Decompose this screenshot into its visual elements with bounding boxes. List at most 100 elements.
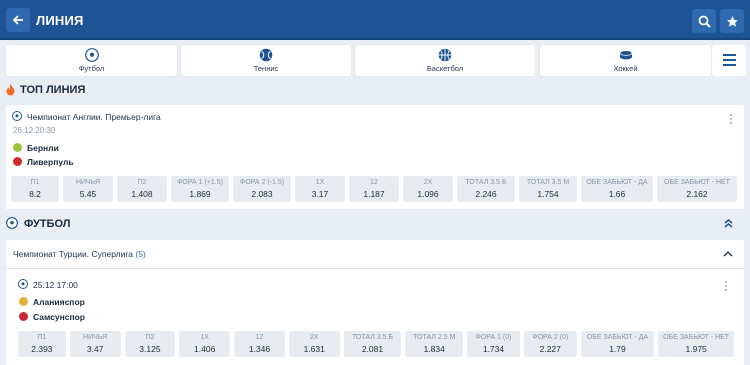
page-title: ЛИНИЯ [36, 13, 84, 28]
odd-label: П1 [37, 334, 47, 341]
odd-value: 5.45 [79, 189, 97, 199]
odd-button[interactable]: П2 1.408 [117, 176, 167, 202]
odd-value: 8.2 [29, 189, 41, 199]
tab-label: Футбол [78, 64, 105, 73]
odd-label: ТОТАЛ 3.5 Б [465, 179, 507, 186]
basketball-icon [438, 48, 452, 62]
odd-button[interactable]: ФОРА 2 (0) 2.227 [523, 331, 577, 357]
odd-value: 3.47 [86, 344, 104, 354]
fire-icon [6, 84, 15, 96]
odd-button[interactable]: 12 1.346 [234, 331, 285, 357]
menu-button[interactable] [712, 45, 746, 76]
football-icon [12, 111, 22, 121]
odd-label: П2 [137, 179, 147, 186]
football-icon [84, 48, 99, 62]
odd-value: 1.734 [482, 344, 505, 354]
football-icon [6, 217, 18, 229]
team-home: Аланияспор [33, 297, 85, 307]
star-icon [726, 15, 738, 27]
team-logo [19, 312, 28, 321]
odd-button[interactable]: ТОТАЛ 2.5 М 1.834 [405, 331, 464, 357]
odd-value: 1.834 [423, 344, 445, 354]
odd-button[interactable]: ФОРА 1 (0) 1.734 [467, 331, 520, 357]
odd-value: 1.631 [303, 344, 325, 354]
odd-label: ТОТАЛ 2.5 М [413, 334, 456, 341]
team-away: Самсунспор [33, 312, 85, 322]
sports-tabs: Футбол Теннис Баскетбол Хоккей [6, 45, 746, 76]
odd-button[interactable]: 1X 3.17 [295, 176, 345, 202]
tennis-icon [259, 48, 273, 62]
hamburger-icon [723, 64, 736, 66]
odd-value: 3.125 [139, 344, 161, 354]
odd-label: 1X [315, 179, 325, 186]
tab-label: Теннис [253, 64, 279, 73]
odd-button[interactable]: ТОТАЛ 3.5 М 1.754 [519, 176, 577, 202]
odd-button[interactable]: ОБЕ ЗАБЬЮТ - НЕТ 1.975 [658, 331, 734, 357]
odd-button[interactable]: 1X 1.406 [179, 331, 231, 357]
event-datetime: 25.12 17:00 [33, 280, 78, 290]
tab-hockey[interactable]: Хоккей [540, 45, 711, 76]
section-title-football: ФУТБОЛ [24, 218, 71, 230]
odd-button[interactable]: 12 1.187 [349, 176, 399, 202]
odd-button[interactable]: 2X 1.631 [288, 331, 340, 357]
odd-button[interactable]: 2X 1.096 [403, 176, 453, 202]
odd-button[interactable]: П1 2.393 [18, 331, 66, 357]
odd-button[interactable]: ФОРА 1 (+1.5) 1.869 [171, 176, 229, 202]
more-options-icon[interactable]: · · · [729, 108, 733, 128]
odd-button[interactable]: П1 8.2 [11, 176, 59, 202]
odd-label: ТОТАЛ 3.5 Б [351, 334, 394, 341]
odd-label: ФОРА 2 (0) [532, 334, 569, 341]
odd-value: 2.081 [361, 344, 384, 354]
search-icon [698, 15, 711, 28]
more-options-icon[interactable]: · · · [724, 275, 728, 295]
team-logo [19, 297, 28, 306]
tab-basketball[interactable]: Баскетбол [355, 45, 535, 76]
odd-value: 1.869 [189, 189, 211, 199]
odd-value: 1.66 [608, 189, 626, 199]
odd-label: 2X [423, 179, 433, 186]
team-away: Ливерпуль [27, 157, 74, 167]
odd-label: ТОТАЛ 3.5 М [526, 179, 570, 186]
odd-button[interactable]: П2 3.125 [124, 331, 176, 357]
odd-button[interactable]: ОБЕ ЗАБЬЮТ - ДА 1.66 [581, 176, 653, 202]
league-header[interactable]: Чемпионат Турции. Суперлига (5) [6, 240, 744, 268]
odd-button[interactable]: ОБЕ ЗАБЬЮТ - НЕТ 2.162 [657, 176, 737, 202]
odd-value: 1.754 [537, 189, 559, 199]
tab-football[interactable]: Футбол [6, 45, 177, 76]
odd-value: 1.408 [131, 189, 153, 199]
odd-label: ФОРА 2 (-1.5) [239, 179, 285, 186]
odd-button[interactable]: ТОТАЛ 3.5 Б 2.246 [457, 176, 515, 202]
odd-value: 1.187 [363, 189, 385, 199]
odd-value: 2.162 [686, 189, 708, 199]
favorites-button[interactable] [720, 9, 744, 33]
odd-button[interactable]: ТОТАЛ 3.5 Б 2.081 [343, 331, 402, 357]
odd-value: 1.346 [248, 344, 271, 354]
odd-button[interactable]: НИЧЬЯ 5.45 [63, 176, 113, 202]
odd-value: 3.17 [311, 189, 329, 199]
event-datetime: 26.12 20:30 [13, 126, 56, 135]
odd-value: 1.79 [609, 344, 626, 354]
odd-value: 1.975 [685, 344, 707, 354]
collapse-section-icon[interactable] [723, 218, 734, 229]
odd-button[interactable]: ФОРА 2 (-1.5) 2.083 [233, 176, 291, 202]
top-bar: ЛИНИЯ [0, 0, 750, 40]
odd-button[interactable]: ОБЕ ЗАБЬЮТ - ДА 1.79 [580, 331, 655, 357]
tab-tennis[interactable]: Теннис [181, 45, 351, 76]
search-button[interactable] [692, 9, 716, 33]
odd-value: 2.246 [475, 189, 497, 199]
tab-label: Хоккей [613, 64, 638, 73]
odd-value: 2.083 [251, 189, 273, 199]
league-event-count: (5) [135, 249, 146, 259]
chevron-up-icon[interactable] [723, 250, 733, 257]
odd-label: 1X [200, 334, 209, 341]
event-card[interactable]: 25.12 17:00 · · · Аланияспор Самсунспор П1… [6, 269, 744, 365]
odds-row: П1 2.393 НИЧЬЯ 3.47 П2 3.125 1X 1.406 12 1.34… [18, 331, 734, 357]
odd-label: ОБЕ ЗАБЬЮТ - НЕТ [664, 179, 730, 186]
odd-label: П2 [145, 334, 155, 341]
odd-label: 12 [255, 334, 264, 341]
odd-label: 12 [370, 179, 378, 186]
odd-button[interactable]: НИЧЬЯ 3.47 [69, 331, 121, 357]
back-button[interactable] [6, 8, 30, 32]
team-logo [13, 143, 22, 152]
top-event-card[interactable]: Чемпионат Англии. Премьер-лига 26.12 20:… [6, 105, 744, 209]
